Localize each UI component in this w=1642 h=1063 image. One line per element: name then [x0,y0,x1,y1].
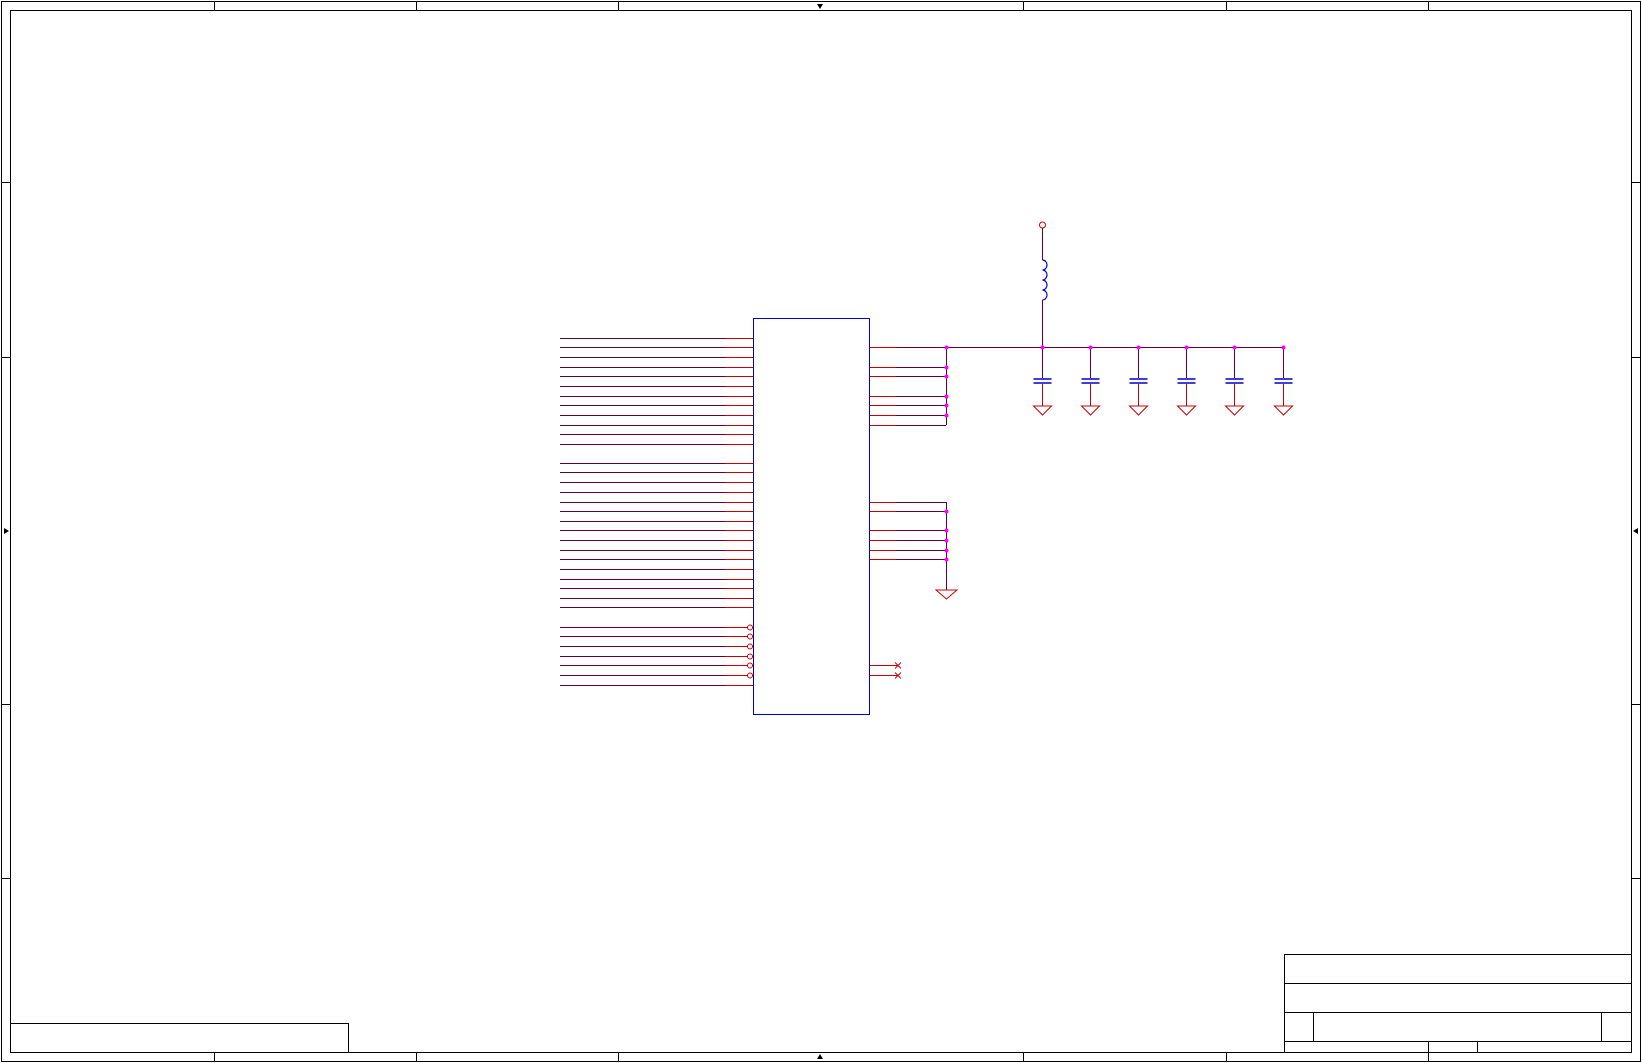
inverting-pin-bubble [747,633,753,640]
ground-icon [1273,405,1294,416]
inverting-pin-bubble [747,624,753,631]
junction-dot [944,345,949,350]
junction-dot [1136,345,1141,350]
arrow-icon [817,4,823,9]
revision-block [10,1023,349,1053]
ground-icon [1224,405,1245,416]
ground-icon [934,589,959,600]
components [747,221,1294,715]
junction-dot [944,374,949,379]
outer-border [1,1,1641,1062]
schematic-sheet [0,0,1642,1063]
wires [560,228,1284,686]
ground-icon [1176,405,1197,416]
junction-dot [944,413,949,418]
arrow-icon [1633,528,1638,534]
ic-body [753,318,870,715]
inverting-pin-bubble [747,672,753,679]
title-block [10,954,1632,1053]
junction-dot [944,528,949,533]
junction-dot [944,403,949,408]
arrow-icon [817,1054,823,1059]
junction-dot [944,557,949,562]
junction-dot [1281,345,1286,350]
junction-dot [1232,345,1237,350]
title-block-frame [1284,954,1632,1053]
power-port-icon [1039,221,1046,229]
sheet-frame [1,1,1641,1062]
junction-dot [1040,345,1045,350]
ground-icon [1128,405,1149,416]
ground-icon [1032,405,1053,416]
junction-dot [944,365,949,370]
inverting-pin-bubble [747,643,753,650]
ground-icon [1080,405,1101,416]
junction-dot [944,509,949,514]
junction-dot [944,394,949,399]
inverting-pin-bubble [747,653,753,660]
zone-markers [2,2,1640,1061]
arrow-icon [4,528,9,534]
schematic-canvas [1,1,1641,1062]
junction-dot [1088,345,1093,350]
inverting-pin-bubble [747,662,753,669]
junction-dot [944,538,949,543]
junction-dot [1184,345,1189,350]
inductor-icon [1042,259,1048,301]
inner-border [10,10,1632,1053]
junction-dot [944,548,949,553]
